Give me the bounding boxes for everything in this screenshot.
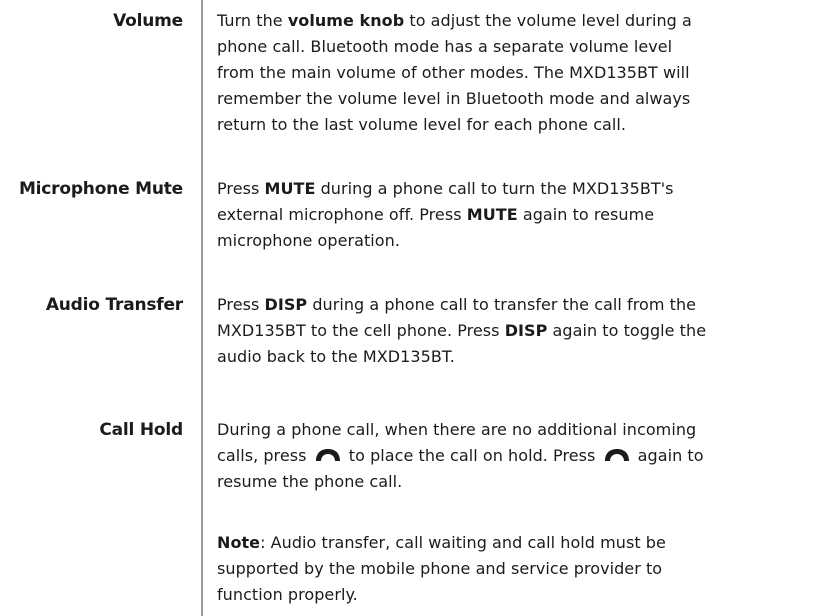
- term-volume: Volume: [113, 11, 183, 31]
- description-line: microphone operation.: [217, 231, 400, 250]
- description-audio-transfer: Press DISP during a phone call to transf…: [217, 292, 817, 370]
- text: again to: [632, 446, 704, 465]
- text: external microphone off. Press: [217, 205, 467, 224]
- description-line: return to the last volume level for each…: [217, 115, 627, 134]
- phone-handset-icon: [602, 447, 632, 463]
- term-audio-transfer: Audio Transfer: [45, 295, 183, 315]
- text: MXD135BT to the cell phone. Press: [217, 321, 505, 340]
- note-text: Note: Audio transfer, call waiting and c…: [217, 530, 817, 608]
- keyword-mute: MUTE: [466, 205, 518, 224]
- description-volume: Turn the volume knob to adjust the volum…: [217, 8, 817, 138]
- text: during a phone call to transfer the call…: [307, 295, 697, 314]
- description-call-hold: During a phone call, when there are no a…: [217, 417, 817, 495]
- description-microphone-mute: Press MUTE during a phone call to turn t…: [217, 176, 817, 254]
- description-line: Press DISP during a phone call to transf…: [217, 292, 817, 318]
- text: to place the call on hold. Press: [343, 446, 601, 465]
- description-line: Press MUTE during a phone call to turn t…: [217, 176, 817, 202]
- description-line: During a phone call, when there are no a…: [217, 420, 697, 439]
- text: Turn the: [217, 11, 288, 30]
- keyword-volume-knob: volume knob: [287, 11, 405, 30]
- phone-handset-icon: [313, 447, 343, 463]
- text: again to resume: [517, 205, 655, 224]
- description-line: phone call. Bluetooth mode has a separat…: [217, 37, 673, 56]
- note-line: supported by the mobile phone and servic…: [217, 559, 663, 578]
- column-divider: [201, 0, 203, 616]
- description-line: calls, press to place the call on hold. …: [217, 443, 817, 469]
- text: Press: [217, 295, 265, 314]
- text: Press: [217, 179, 265, 198]
- description-line: remember the volume level in Bluetooth m…: [217, 89, 691, 108]
- keyword-disp: DISP: [264, 295, 308, 314]
- description-line: from the main volume of other modes. The…: [217, 63, 690, 82]
- note-line: Note: Audio transfer, call waiting and c…: [217, 530, 817, 556]
- text: : Audio transfer, call waiting and call …: [260, 533, 666, 552]
- description-line: MXD135BT to the cell phone. Press DISP a…: [217, 318, 817, 344]
- keyword-mute: MUTE: [264, 179, 316, 198]
- note-label: Note: [217, 533, 261, 552]
- term-microphone-mute: Microphone Mute: [18, 179, 183, 199]
- note-line: function properly.: [217, 585, 358, 604]
- description-line: audio back to the MXD135BT.: [217, 347, 455, 366]
- text: during a phone call to turn the MXD135BT…: [315, 179, 674, 198]
- text: to adjust the volume level during a: [404, 11, 692, 30]
- description-line: resume the phone call.: [217, 472, 403, 491]
- description-line: Turn the volume knob to adjust the volum…: [217, 8, 817, 34]
- text: again to toggle the: [547, 321, 707, 340]
- description-line: external microphone off. Press MUTE agai…: [217, 202, 817, 228]
- text: calls, press: [217, 446, 312, 465]
- term-call-hold: Call Hold: [99, 420, 183, 440]
- keyword-disp: DISP: [504, 321, 548, 340]
